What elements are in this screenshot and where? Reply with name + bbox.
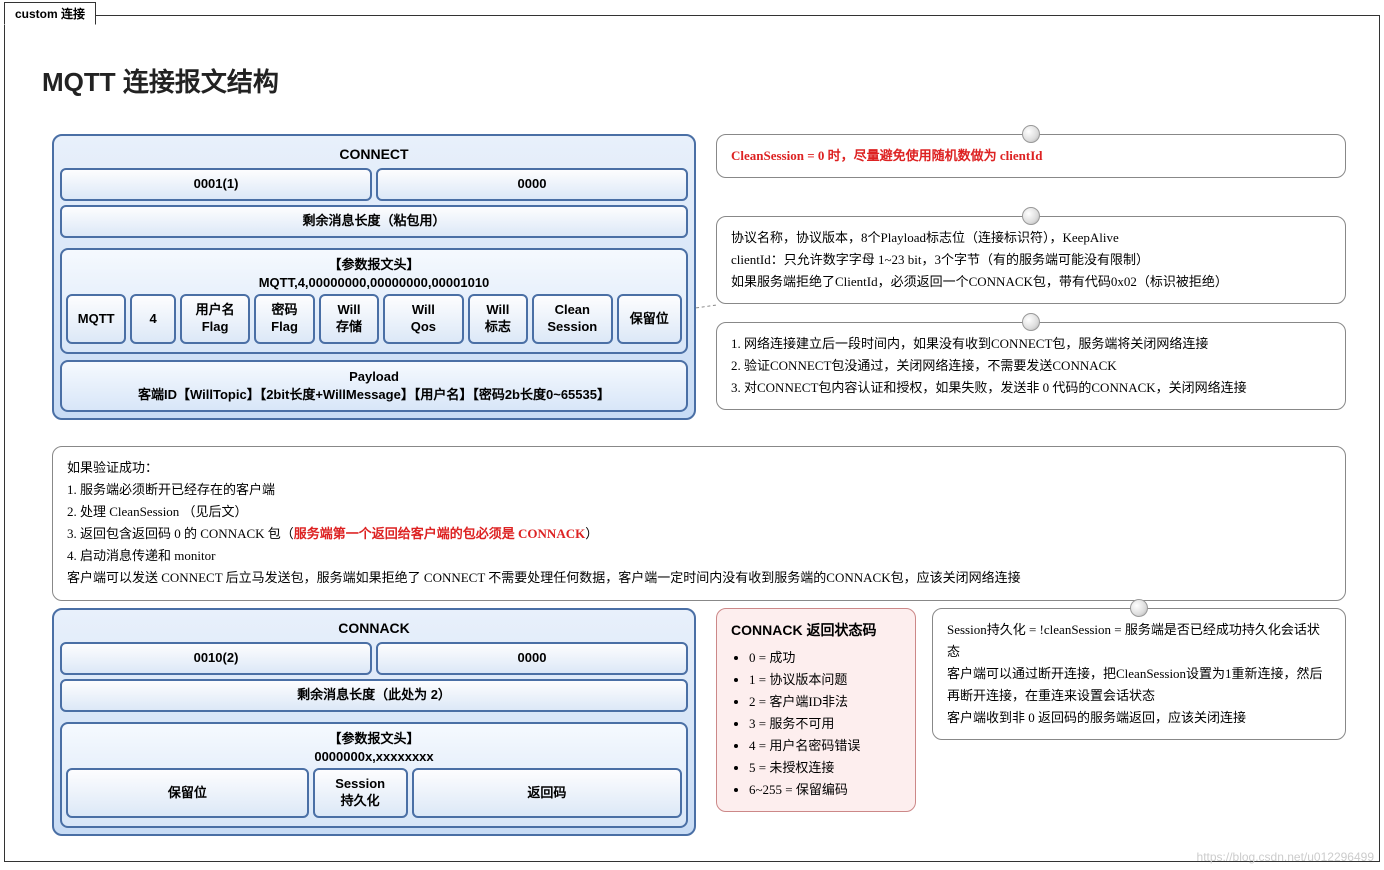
note-session-persist: Session持久化 = !cleanSession = 服务端是否已经成功持久… [932, 608, 1346, 740]
note-line: clientId：只允许数字字母 1~23 bit，3个字节（有的服务端可能没有… [731, 249, 1331, 271]
connect-packet: CONNECT 0001(1) 0000 剩余消息长度（粘包用） 【参数报文头】… [52, 134, 696, 420]
note-handle-icon [1130, 599, 1148, 617]
connect-field: Will存储 [319, 294, 379, 344]
connect-varheader-title: 【参数报文头】 MQTT,4,00000000,00000000,0000101… [66, 254, 682, 294]
note4-footer: 客户端可以发送 CONNECT 后立马发送包，服务端如果拒绝了 CONNECT … [67, 567, 1331, 589]
note-line: 协议名称，协议版本，8个Playload标志位（连接标识符），KeepAlive [731, 227, 1331, 249]
note-line: 客户端收到非 0 返回码的服务端返回，应该关闭连接 [947, 707, 1331, 729]
code-item: 5 = 未授权连接 [749, 757, 901, 779]
connect-field: 4 [130, 294, 175, 344]
connect-field: 用户名Flag [180, 294, 250, 344]
code-item: 4 = 用户名密码错误 [749, 735, 901, 757]
tab-custom[interactable]: custom 连接 [4, 2, 96, 25]
note4-item3: 3. 返回包含返回码 0 的 CONNACK 包（服务端第一个返回给客户端的包必… [67, 523, 1331, 545]
note-handle-icon [1022, 313, 1040, 331]
note4-item2: 2. 处理 CleanSession （见后文） [67, 501, 1331, 523]
payload-title: Payload [349, 369, 399, 384]
connect-field: Will标志 [468, 294, 528, 344]
connect-field: MQTT [66, 294, 126, 344]
connack-return-codes: CONNACK 返回状态码 0 = 成功1 = 协议版本问题2 = 客户端ID非… [716, 608, 916, 812]
connect-flags: 0000 [376, 168, 688, 201]
connect-field: CleanSession [532, 294, 612, 344]
watermark: https://blog.csdn.net/u012296499 [1197, 850, 1374, 864]
note4-header: 如果验证成功： [67, 457, 1331, 479]
connect-fields-row: MQTT4用户名Flag密码FlagWill存储WillQosWill标志Cle… [66, 294, 682, 344]
note-line: 1. 网络连接建立后一段时间内，如果没有收到CONNECT包，服务端将关闭网络连… [731, 333, 1331, 355]
note-validation-success: 如果验证成功： 1. 服务端必须断开已经存在的客户端 2. 处理 CleanSe… [52, 446, 1346, 601]
connect-payload: Payload 客端ID【WillTopic】【2bit长度+WillMessa… [60, 360, 688, 412]
connack-field: 返回码 [412, 768, 682, 818]
note-protocol: 协议名称，协议版本，8个Playload标志位（连接标识符），KeepAlive… [716, 216, 1346, 304]
note-connect-validation: 1. 网络连接建立后一段时间内，如果没有收到CONNECT包，服务端将关闭网络连… [716, 322, 1346, 410]
connack-remaining: 剩余消息长度（此处为 2） [60, 679, 688, 712]
note-cleansession: CleanSession = 0 时，尽量避免使用随机数做为 clientId [716, 134, 1346, 178]
note-handle-icon [1022, 125, 1040, 143]
code-item: 0 = 成功 [749, 647, 901, 669]
connack-field: 保留位 [66, 768, 309, 818]
note-handle-icon [1022, 207, 1040, 225]
connect-remaining: 剩余消息长度（粘包用） [60, 205, 688, 238]
code-item: 2 = 客户端ID非法 [749, 691, 901, 713]
connect-field: WillQos [383, 294, 463, 344]
connect-field: 密码Flag [254, 294, 314, 344]
note-line: Session持久化 = !cleanSession = 服务端是否已经成功持久… [947, 619, 1331, 663]
note4-item1: 1. 服务端必须断开已经存在的客户端 [67, 479, 1331, 501]
code-item: 1 = 协议版本问题 [749, 669, 901, 691]
note-line: 如果服务端拒绝了ClientId，必须返回一个CONNACK包，带有代码0x02… [731, 271, 1331, 293]
code-item: 6~255 = 保留编码 [749, 779, 901, 801]
note-line: 客户端可以通过断开连接，把CleanSession设置为1重新连接，然后再断开连… [947, 663, 1331, 707]
codes-title: CONNACK 返回状态码 [731, 619, 901, 643]
note-line: 3. 对CONNECT包内容认证和授权，如果失败，发送非 0 代码的CONNAC… [731, 377, 1331, 399]
page-title: MQTT 连接报文结构 [42, 62, 279, 99]
connect-typecode: 0001(1) [60, 168, 372, 201]
connack-packet: CONNACK 0010(2) 0000 剩余消息长度（此处为 2） 【参数报文… [52, 608, 696, 836]
connect-field: 保留位 [617, 294, 682, 344]
note-line: 2. 验证CONNECT包没通过，关闭网络连接，不需要发送CONNACK [731, 355, 1331, 377]
code-item: 3 = 服务不可用 [749, 713, 901, 735]
note4-item4: 4. 启动消息传递和 monitor [67, 545, 1331, 567]
connect-varheader: 【参数报文头】 MQTT,4,00000000,00000000,0000101… [60, 248, 688, 354]
connack-typecode: 0010(2) [60, 642, 372, 675]
payload-sub: 客端ID【WillTopic】【2bit长度+WillMessage】【用户名】… [138, 387, 610, 402]
connack-flags: 0000 [376, 642, 688, 675]
connack-varheader: 【参数报文头】 0000000x,xxxxxxxx 保留位Session持久化返… [60, 722, 688, 828]
connack-name: CONNACK [60, 616, 688, 642]
connect-name: CONNECT [60, 142, 688, 168]
connack-field: Session持久化 [313, 768, 408, 818]
